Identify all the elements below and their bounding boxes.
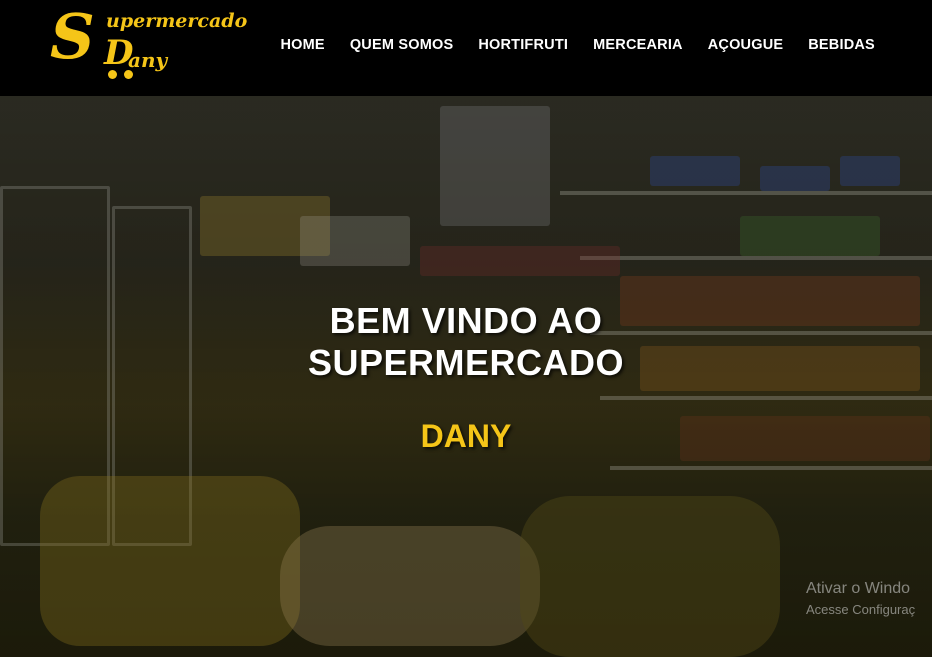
windows-activation-watermark: Ativar o Windo Acesse Configuraç <box>806 580 915 617</box>
nav-item-bebidas[interactable]: BEBIDAS <box>796 34 888 56</box>
watermark-subtitle: Acesse Configuraç <box>806 602 916 617</box>
nav-item-quem-somos[interactable]: QUEM SOMOS <box>337 34 466 56</box>
logo-initial: S <box>50 0 95 73</box>
logo-bottom-word: any <box>128 48 168 72</box>
logo-top-word: upermercado <box>106 10 248 32</box>
cart-wheel-icon <box>124 70 133 79</box>
nav-item-hortifruti[interactable]: HORTIFRUTI <box>466 34 581 56</box>
brand-logo[interactable]: S upermercado D any <box>46 0 248 79</box>
hero-title: BEM VINDO AO SUPERMERCADO <box>0 300 932 384</box>
cart-wheel-icon <box>108 70 117 79</box>
nav-item-mercearia[interactable]: MERCEARIA <box>581 34 696 56</box>
main-menu: HOME QUEM SOMOS HORTIFRUTI MERCEARIA AÇO… <box>268 34 887 56</box>
hero-banner: BEM VINDO AO SUPERMERCADO DANY Ativar o … <box>0 96 932 657</box>
watermark-title: Ativar o Windo <box>806 580 911 597</box>
nav-item-acougue[interactable]: AÇOUGUE <box>695 34 796 56</box>
hero-title-line2: SUPERMERCADO <box>307 342 625 383</box>
hero-subtitle: DANY <box>420 418 512 454</box>
hero-title-line1: BEM VINDO AO <box>329 300 603 341</box>
navbar: S upermercado D any HOME QUEM SOMOS HORT… <box>0 0 932 96</box>
nav-item-home[interactable]: HOME <box>268 34 337 56</box>
